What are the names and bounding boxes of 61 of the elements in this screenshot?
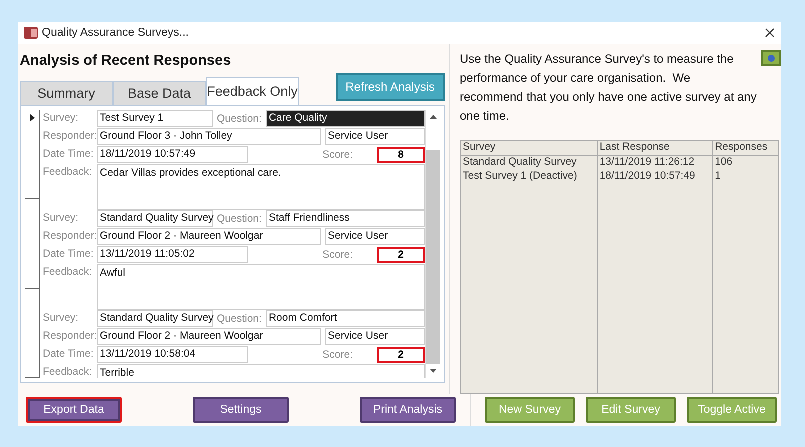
responder-type-field[interactable]: Service User: [325, 128, 425, 145]
field-label: Feedback:: [43, 165, 94, 180]
field-label: Feedback:: [43, 365, 94, 378]
action-button[interactable]: Export Data: [26, 397, 122, 423]
table-cell: 1: [712, 170, 778, 184]
responder-type-field[interactable]: Service User: [325, 328, 425, 345]
table-cell: Test Survey 1 (Deactive): [460, 170, 598, 184]
survey-field[interactable]: Standard Quality Survey: [97, 210, 213, 227]
survey-field[interactable]: Standard Quality Survey: [97, 310, 213, 327]
section-heading: Analysis of Recent Responses: [20, 53, 232, 69]
table-cell: 106: [712, 156, 778, 170]
score-field[interactable]: 8: [377, 146, 425, 162]
field-label: Score:: [322, 348, 353, 362]
date-time-field[interactable]: 13/11/2019 11:05:02: [97, 246, 248, 263]
scroll-up-icon[interactable]: [430, 115, 436, 119]
help-icon: [768, 54, 774, 62]
tab[interactable]: Feedback Only: [206, 77, 299, 105]
field-label: Survey:: [43, 111, 80, 126]
field-label: Question:: [217, 112, 262, 126]
action-button[interactable]: Settings: [193, 397, 289, 423]
feedback-field[interactable]: Cedar Villas provides exceptional care.: [97, 164, 425, 210]
table-cell: Standard Quality Survey: [460, 156, 598, 170]
survey-field[interactable]: Test Survey 1: [97, 110, 213, 127]
responder-field[interactable]: Ground Floor 2 - Maureen Woolgar: [97, 328, 321, 345]
column-header: Last Response: [597, 140, 713, 156]
date-time-field[interactable]: 18/11/2019 10:57:49: [97, 146, 248, 163]
question-field[interactable]: Care Quality: [266, 110, 425, 127]
scroll-down-icon[interactable]: [430, 369, 436, 373]
field-label: Survey:: [43, 211, 80, 226]
app-icon: [24, 27, 38, 39]
field-label: Responder:: [43, 229, 97, 244]
date-time-field[interactable]: 13/11/2019 10:58:04: [97, 346, 248, 363]
responder-type-field[interactable]: Service User: [325, 228, 425, 245]
responder-field[interactable]: Ground Floor 2 - Maureen Woolgar: [97, 228, 321, 245]
field-label: Date Time:: [43, 347, 95, 362]
column-header: Responses: [712, 140, 778, 156]
feedback-field[interactable]: Awful: [97, 264, 425, 310]
score-field[interactable]: 2: [377, 346, 425, 362]
field-label: Survey:: [43, 311, 80, 326]
field-label: Question:: [217, 312, 262, 326]
field-label: Feedback:: [43, 265, 94, 280]
field-label: Date Time:: [43, 147, 95, 162]
action-button[interactable]: Print Analysis: [360, 397, 456, 423]
field-label: Score:: [322, 148, 353, 162]
close-icon[interactable]: [765, 28, 775, 38]
field-label: Date Time:: [43, 247, 95, 262]
column-header: Survey: [460, 140, 598, 156]
score-field[interactable]: 2: [377, 246, 425, 262]
table-cell: 18/11/2019 10:57:49: [597, 170, 713, 184]
question-field[interactable]: Room Comfort: [266, 310, 425, 327]
field-label: Responder:: [43, 129, 97, 144]
field-label: Question:: [217, 212, 262, 226]
question-field[interactable]: Staff Friendliness: [266, 210, 425, 227]
field-label: Responder:: [43, 329, 97, 344]
responder-field[interactable]: Ground Floor 3 - John Tolley: [97, 128, 321, 145]
field-label: Score:: [322, 248, 353, 262]
tab[interactable]: Summary: [20, 81, 113, 105]
window-title: Quality Assurance Surveys...: [42, 27, 190, 39]
table-cell: 13/11/2019 11:26:12: [597, 156, 713, 170]
tab[interactable]: Base Data: [113, 81, 206, 105]
intro-text: Use the Quality Assurance Survey's to measure the performance of your care organisation. We recommend that you only have one active survey at any one time.: [460, 51, 757, 125]
